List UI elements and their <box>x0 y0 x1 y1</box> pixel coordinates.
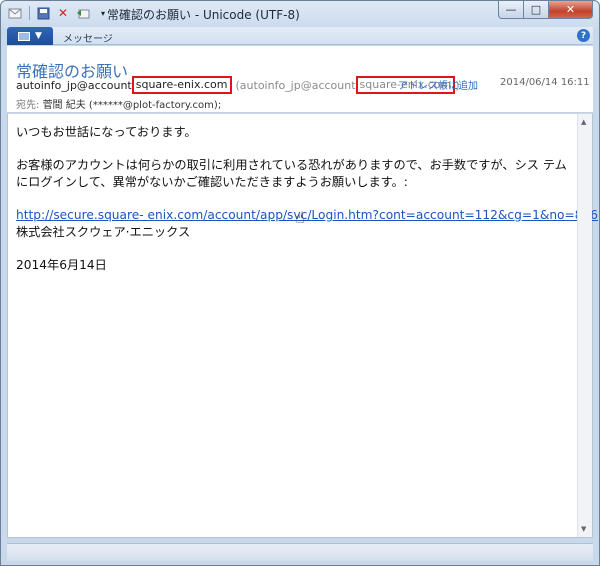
phishing-link[interactable]: http://secure.square- enix.com/account/a… <box>16 208 598 222</box>
greeting-text: いつもお世話になっております。 <box>16 125 197 139</box>
sender-domain-highlight: square-enix.com <box>131 76 232 94</box>
close-button[interactable]: ✕ <box>549 1 593 19</box>
vertical-scrollbar[interactable]: ▲ ▼ <box>577 114 592 537</box>
body-date: 2014年6月14日 <box>16 258 107 272</box>
reply-icon[interactable] <box>75 5 91 21</box>
chevron-down-icon: ▼ <box>35 31 42 41</box>
body-paragraph: お客様のアカウントは何らかの取引に利用されている恐れがありますので、お手数ですが… <box>16 158 567 189</box>
mail-window: ✕ ▾ 常確認のお願い - Unicode (UTF-8) — □ ✕ ▼ メッ… <box>0 0 600 566</box>
window-controls: — □ ✕ <box>498 1 593 19</box>
recipient-line: 宛先: 菅間 紀夫 (******@plot-factory.com); <box>16 96 221 111</box>
sender-address-prefix: autoinfo_jp@account <box>16 78 132 92</box>
message-content: いつもお世話になっております。 お客様のアカウントは何らかの取引に利用されている… <box>16 124 598 274</box>
company-name: 株式会社スクウェア·エニックス <box>16 225 191 239</box>
quick-access-toolbar: ✕ ▾ <box>7 5 115 21</box>
title-bar: ✕ ▾ 常確認のお願い - Unicode (UTF-8) — □ ✕ <box>1 1 599 25</box>
file-menu-button[interactable]: ▼ <box>7 27 53 45</box>
save-icon[interactable] <box>35 5 51 21</box>
to-label: 宛先: <box>16 100 40 111</box>
add-to-contacts-link[interactable]: アドレス帳に追加 <box>398 77 478 92</box>
scroll-up-icon[interactable]: ▲ <box>581 118 586 126</box>
file-menu-icon <box>18 31 31 41</box>
message-header: 常確認のお願い autoinfo_jp@account square-enix.… <box>7 46 593 113</box>
sender-line: autoinfo_jp@account square-enix.com (aut… <box>16 76 460 94</box>
tab-message[interactable]: メッセージ <box>63 30 113 45</box>
scroll-down-icon[interactable]: ▼ <box>581 525 586 533</box>
message-date: 2014/06/14 16:11 <box>500 77 590 88</box>
message-body: いつもお世話になっております。 お客様のアカウントは何らかの取引に利用されている… <box>7 114 598 538</box>
recipient-value: 菅間 紀夫 (******@plot-factory.com); <box>42 100 222 111</box>
hand-cursor-icon: ☝ <box>295 208 305 227</box>
minimize-button[interactable]: — <box>498 1 524 19</box>
toolbar-separator <box>29 6 30 20</box>
app-icon[interactable] <box>7 5 23 21</box>
delete-icon[interactable]: ✕ <box>55 5 71 21</box>
maximize-button[interactable]: □ <box>524 1 549 19</box>
help-icon[interactable]: ? <box>577 29 590 42</box>
window-title: 常確認のお願い - Unicode (UTF-8) <box>107 8 300 22</box>
ribbon-bar: ▼ メッセージ ? <box>7 27 593 45</box>
status-bar <box>7 543 593 561</box>
sender-paren-prefix: (autoinfo_jp@account <box>235 78 356 92</box>
